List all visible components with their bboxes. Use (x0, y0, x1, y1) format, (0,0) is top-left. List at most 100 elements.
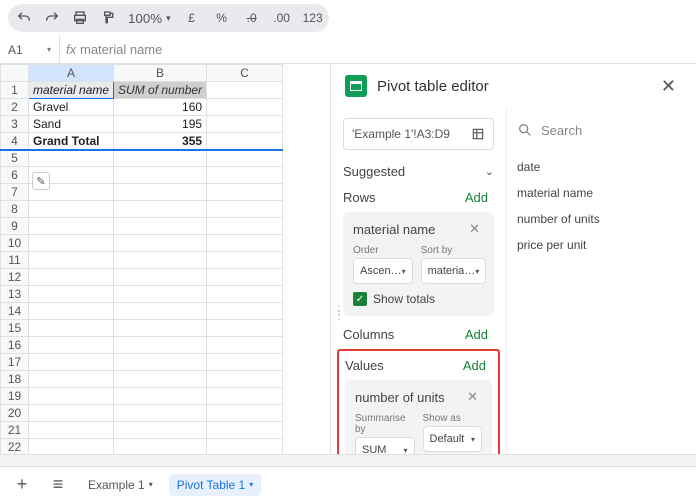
cell[interactable] (114, 439, 207, 455)
cell[interactable] (207, 252, 283, 269)
cell[interactable] (29, 405, 114, 422)
cell[interactable] (207, 82, 283, 99)
field-number-of-units[interactable]: number of units (517, 206, 686, 232)
formula-bar[interactable]: material name (76, 42, 696, 57)
range-input[interactable]: 'Example 1'!A3:D9 (343, 118, 494, 150)
cell[interactable] (114, 286, 207, 303)
add-rows-button[interactable]: Add (459, 189, 494, 206)
cell[interactable] (207, 439, 283, 455)
cell[interactable] (207, 337, 283, 354)
cell[interactable] (29, 320, 114, 337)
cell[interactable] (29, 371, 114, 388)
edit-pivot-button[interactable]: ✎ (32, 172, 50, 190)
row-header[interactable]: 22 (1, 439, 29, 455)
cell[interactable]: Sand (29, 116, 114, 133)
remove-values-field-button[interactable]: ✕ (461, 388, 484, 406)
cell[interactable] (114, 388, 207, 405)
currency-button[interactable]: £ (177, 4, 207, 32)
remove-rows-field-button[interactable]: ✕ (463, 220, 486, 238)
cell[interactable] (29, 337, 114, 354)
cell[interactable] (207, 116, 283, 133)
col-header-b[interactable]: B (114, 65, 207, 82)
paint-format-button[interactable] (94, 4, 122, 32)
cell[interactable] (207, 99, 283, 116)
zoom-dropdown[interactable]: 100% (122, 4, 177, 32)
row-header[interactable]: 1 (1, 82, 29, 99)
spreadsheet[interactable]: A B C 1 material name SUM of number 2 Gr… (0, 64, 330, 454)
cell[interactable] (114, 354, 207, 371)
redo-button[interactable] (38, 4, 66, 32)
cell[interactable] (207, 388, 283, 405)
format-number-button[interactable]: 123 (297, 4, 327, 32)
row-header[interactable]: 13 (1, 286, 29, 303)
cell[interactable] (114, 303, 207, 320)
row-header[interactable]: 20 (1, 405, 29, 422)
cell[interactable] (207, 150, 283, 167)
all-sheets-button[interactable]: ≡ (44, 471, 72, 499)
increase-decimal-button[interactable]: .00 (267, 4, 297, 32)
cell[interactable] (114, 184, 207, 201)
percent-button[interactable]: % (207, 4, 237, 32)
row-header[interactable]: 7 (1, 184, 29, 201)
cell[interactable] (29, 252, 114, 269)
cell[interactable] (114, 269, 207, 286)
cell[interactable] (114, 167, 207, 184)
cell[interactable]: SUM of number (114, 82, 207, 99)
row-header[interactable]: 3 (1, 116, 29, 133)
row-header[interactable]: 15 (1, 320, 29, 337)
cell[interactable] (207, 235, 283, 252)
row-header[interactable]: 21 (1, 422, 29, 439)
cell[interactable] (207, 422, 283, 439)
cell[interactable] (114, 320, 207, 337)
sortby-select[interactable]: materia… (421, 258, 487, 284)
row-header[interactable]: 19 (1, 388, 29, 405)
row-header[interactable]: 18 (1, 371, 29, 388)
undo-button[interactable] (10, 4, 38, 32)
cell[interactable] (29, 388, 114, 405)
close-panel-button[interactable]: ✕ (655, 75, 682, 98)
row-header[interactable]: 11 (1, 252, 29, 269)
cell[interactable] (29, 269, 114, 286)
print-button[interactable] (66, 4, 94, 32)
cell[interactable] (29, 354, 114, 371)
show-totals-checkbox[interactable]: ✓Show totals (353, 292, 484, 306)
row-header[interactable]: 2 (1, 99, 29, 116)
row-header[interactable]: 16 (1, 337, 29, 354)
add-values-button[interactable]: Add (457, 357, 492, 374)
cell[interactable] (29, 150, 114, 167)
select-range-icon[interactable] (471, 127, 485, 141)
cell[interactable] (207, 303, 283, 320)
cell[interactable] (207, 133, 283, 150)
row-header[interactable]: 8 (1, 201, 29, 218)
cell[interactable] (29, 201, 114, 218)
cell[interactable] (29, 218, 114, 235)
horizontal-scrollbar[interactable] (0, 454, 696, 466)
cell[interactable]: Gravel (29, 99, 114, 116)
summarise-select[interactable]: SUM (355, 437, 415, 454)
field-price-per-unit[interactable]: price per unit (517, 232, 686, 258)
cell[interactable] (114, 422, 207, 439)
field-search[interactable]: Search (517, 116, 686, 144)
cell[interactable] (207, 286, 283, 303)
cell[interactable] (207, 201, 283, 218)
cell[interactable] (114, 252, 207, 269)
cell[interactable] (114, 235, 207, 252)
field-date[interactable]: date (517, 154, 686, 180)
cell[interactable] (207, 371, 283, 388)
cell[interactable]: 160 (114, 99, 207, 116)
row-header[interactable]: 17 (1, 354, 29, 371)
cell[interactable]: material name (29, 82, 114, 99)
cell[interactable] (114, 150, 207, 167)
cell[interactable] (207, 218, 283, 235)
corner-cell[interactable] (1, 65, 29, 82)
col-header-c[interactable]: C (207, 65, 283, 82)
cell[interactable] (29, 439, 114, 455)
col-header-a[interactable]: A (29, 65, 114, 82)
add-columns-button[interactable]: Add (459, 326, 494, 343)
cell[interactable]: Grand Total (29, 133, 114, 150)
cell[interactable] (114, 371, 207, 388)
row-header[interactable]: 4 (1, 133, 29, 150)
row-header[interactable]: 10 (1, 235, 29, 252)
cell[interactable] (207, 354, 283, 371)
cell[interactable] (114, 218, 207, 235)
